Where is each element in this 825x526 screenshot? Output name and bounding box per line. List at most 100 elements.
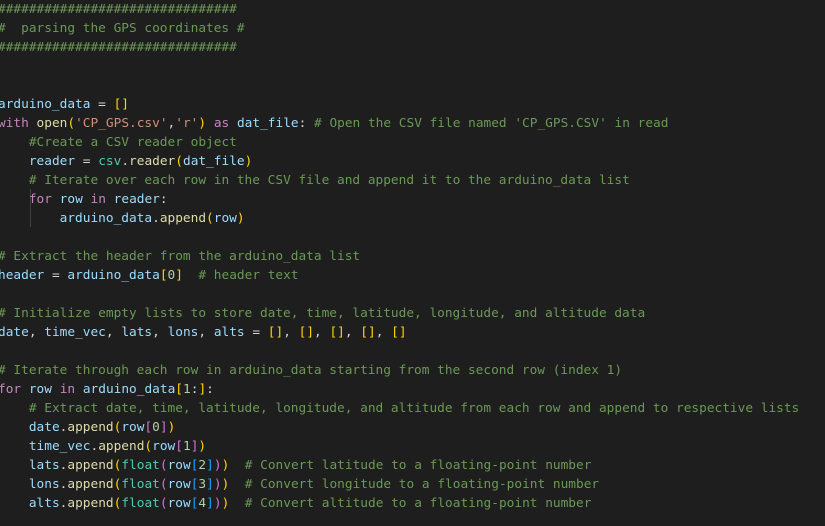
code-token: ( xyxy=(206,211,214,226)
code-token: ) xyxy=(198,116,207,131)
code-area[interactable]: ############################### # parsing… xyxy=(0,0,799,513)
code-token: 4 xyxy=(198,496,207,511)
code-line[interactable]: # Iterate through each row in arduino_da… xyxy=(0,361,799,380)
code-token: [] xyxy=(113,97,129,112)
code-token: append xyxy=(159,211,207,226)
code-token: float xyxy=(121,458,160,473)
code-token: [] xyxy=(360,325,376,340)
code-line[interactable]: ############################### xyxy=(0,0,799,19)
code-token: 3 xyxy=(198,477,207,492)
code-line[interactable]: # Iterate over each row in the CSV file … xyxy=(0,171,799,190)
code-line[interactable]: time_vec.append(row[1]) xyxy=(0,437,799,456)
code-line[interactable]: # Extract date, time, latitude, longitud… xyxy=(0,399,799,418)
code-token: # Iterate through each row in arduino_da… xyxy=(0,363,623,378)
code-token: arduino_data xyxy=(59,211,153,226)
code-line[interactable] xyxy=(0,285,799,304)
code-line[interactable] xyxy=(0,57,799,76)
code-token: # Convert latitude to a floating-point n… xyxy=(244,458,592,473)
code-token: ) xyxy=(213,496,222,511)
code-token: in xyxy=(90,192,106,207)
code-line[interactable]: for row in arduino_data[1:]: xyxy=(0,380,799,399)
code-token: for xyxy=(0,382,22,397)
code-line[interactable]: header = arduino_data[0] # header text xyxy=(0,266,799,285)
code-token: arduino_data xyxy=(67,268,160,283)
code-editor[interactable]: ############################### # parsing… xyxy=(0,0,825,526)
code-token: [ xyxy=(159,268,168,283)
code-line[interactable]: with open('CP_GPS.csv','r') as dat_file:… xyxy=(0,114,799,133)
code-token: [ xyxy=(175,382,183,397)
code-token: row xyxy=(59,192,83,207)
code-token: as xyxy=(213,116,230,131)
code-token: arduino_data xyxy=(0,97,91,112)
code-line[interactable]: alts.append(float(row[4])) # Convert alt… xyxy=(0,494,799,513)
code-token: float xyxy=(121,496,160,511)
code-token: reader xyxy=(113,192,160,207)
code-line[interactable]: # Initialize empty lists to store date, … xyxy=(0,304,799,323)
code-token: open xyxy=(36,116,68,131)
code-line[interactable] xyxy=(0,76,799,95)
code-token: ############################### xyxy=(0,2,237,17)
code-line[interactable]: ############################### xyxy=(0,38,799,57)
code-token: ( xyxy=(159,477,168,492)
code-token: append xyxy=(98,439,145,454)
code-line[interactable]: date.append(row[0]) xyxy=(0,418,799,437)
code-line[interactable] xyxy=(0,228,799,247)
code-line[interactable]: date, time_vec, lats, lons, alts = [], [… xyxy=(0,323,799,342)
code-line[interactable] xyxy=(0,342,799,361)
code-token: # Extract date, time, latitude, longitud… xyxy=(28,401,800,416)
code-token: , xyxy=(152,325,168,340)
code-token: 'r' xyxy=(175,116,199,131)
code-token: lats xyxy=(121,325,153,340)
code-token: row xyxy=(167,496,191,511)
code-token: ( xyxy=(67,116,76,131)
code-token: ] xyxy=(175,268,183,283)
code-token: [ xyxy=(175,439,183,454)
code-token: ( xyxy=(175,154,183,169)
code-token: append xyxy=(67,477,114,492)
code-token: 'CP_GPS.csv' xyxy=(75,116,168,131)
code-line[interactable]: reader = csv.reader(dat_file) xyxy=(0,152,799,171)
code-token: append xyxy=(67,420,114,435)
code-token: dat_file xyxy=(182,154,245,169)
code-token: append xyxy=(67,458,114,473)
code-token: ] xyxy=(206,496,214,511)
code-token: date xyxy=(0,325,29,340)
code-line[interactable]: lons.append(float(row[3])) # Convert lon… xyxy=(0,475,799,494)
code-token: row xyxy=(152,439,176,454)
code-token: row xyxy=(167,477,191,492)
code-token: , xyxy=(375,325,392,340)
code-token: ) xyxy=(213,477,222,492)
code-line[interactable]: arduino_data.append(row) xyxy=(0,209,799,228)
code-line[interactable]: #Create a CSV reader object xyxy=(0,133,799,152)
code-line[interactable]: # Extract the header from the arduino_da… xyxy=(0,247,799,266)
code-token: = xyxy=(90,97,114,112)
code-line[interactable]: # parsing the GPS coordinates # xyxy=(0,19,799,38)
code-token: lons xyxy=(167,325,199,340)
code-token: alts xyxy=(213,325,245,340)
code-line[interactable]: for row in reader: xyxy=(0,190,799,209)
code-token: 1 xyxy=(183,382,191,397)
code-token: ] xyxy=(206,477,214,492)
code-token: ( xyxy=(144,439,153,454)
code-line[interactable]: lats.append(float(row[2])) # Convert lat… xyxy=(0,456,799,475)
code-token: reader xyxy=(28,154,76,169)
code-token: dat_file xyxy=(236,116,299,131)
code-token: , xyxy=(344,325,361,340)
code-token: for xyxy=(28,192,52,207)
code-line[interactable]: arduino_data = [] xyxy=(0,95,799,114)
code-token: date xyxy=(28,420,60,435)
